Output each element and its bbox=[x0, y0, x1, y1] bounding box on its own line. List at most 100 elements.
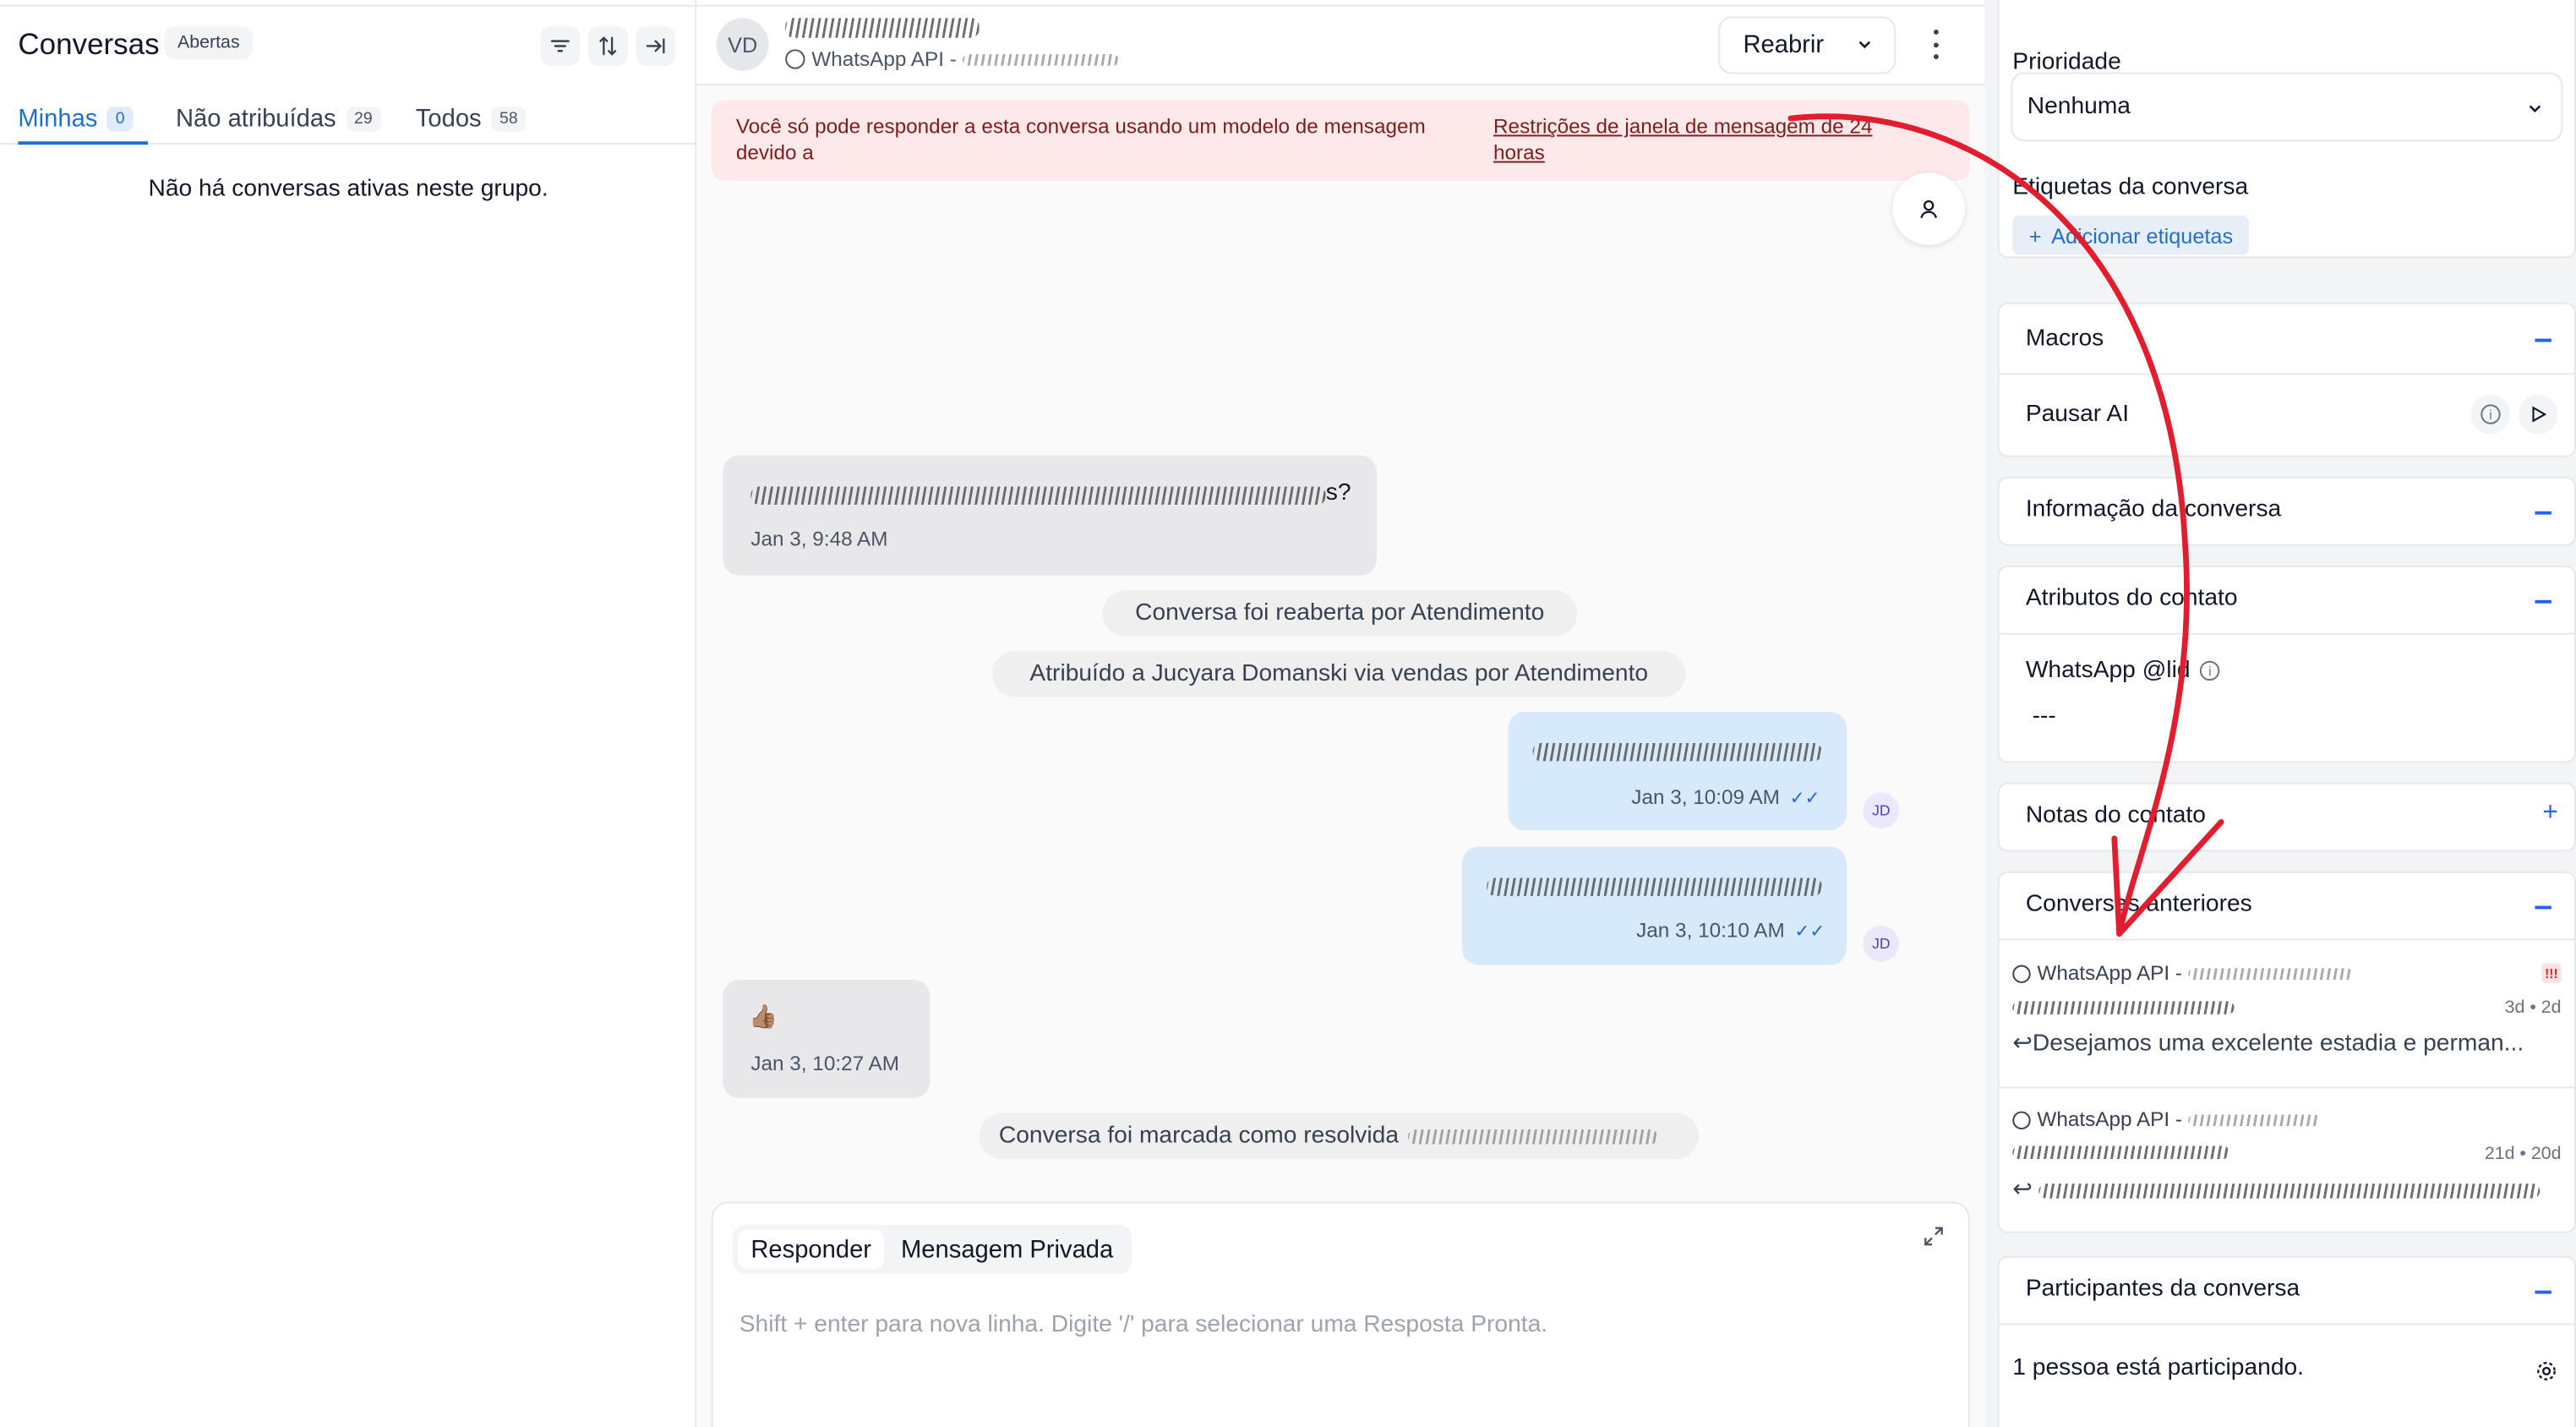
phone-redacted bbox=[963, 53, 1120, 65]
contact-notes-card: Notas do contato + bbox=[1997, 782, 2576, 852]
labels-title: Etiquetas da conversa bbox=[2012, 174, 2249, 201]
reply-arrow-icon: ↩ bbox=[2012, 1177, 2033, 1204]
contact-name-redacted bbox=[2012, 1001, 2235, 1014]
tab-label: Não atribuídas bbox=[175, 104, 336, 133]
divider bbox=[1999, 1323, 2575, 1326]
macros-card: Macros Pausar AI i bbox=[1997, 302, 2576, 457]
agent-avatar: JD bbox=[1863, 925, 1900, 962]
tab-label: Todos bbox=[415, 104, 482, 133]
divider bbox=[696, 4, 1985, 7]
message-text-redacted bbox=[1532, 743, 1822, 762]
prev-channel: WhatsApp API - bbox=[2012, 1107, 2321, 1131]
tab-private-note[interactable]: Mensagem Privada bbox=[887, 1230, 1126, 1270]
contact-avatar[interactable]: VD bbox=[716, 18, 769, 71]
tab-mine[interactable]: Minhas 0 bbox=[18, 97, 134, 140]
thumbs-up-emoji: 👍🏽 bbox=[749, 1003, 778, 1030]
tab-count: 0 bbox=[107, 106, 134, 131]
alert-text: Você só pode responder a esta conversa u… bbox=[735, 115, 1426, 165]
system-event: Atribuído a Jucyara Domanski via vendas … bbox=[992, 651, 1686, 697]
tab-unassigned[interactable]: Não atribuídas 29 bbox=[175, 97, 381, 140]
snippet-redacted bbox=[2038, 1183, 2541, 1199]
chevron-down-icon bbox=[1858, 41, 1871, 49]
attribute-value[interactable]: --- bbox=[2033, 703, 2056, 730]
empty-state-message: Não há conversas ativas neste grupo. bbox=[148, 176, 548, 203]
tab-reply[interactable]: Responder bbox=[737, 1229, 885, 1270]
app-frame: Conversas Abertas Minhas 0 Não atribuída… bbox=[0, 0, 2576, 1427]
prev-snippet: ↩ bbox=[2012, 1177, 2541, 1204]
prev-channel-label: WhatsApp API - bbox=[2037, 1107, 2182, 1131]
expand-icon[interactable] bbox=[1922, 1225, 1945, 1248]
conversation-panel: VD WhatsApp API - Reabrir Você só pode r… bbox=[696, 0, 1985, 1427]
divider bbox=[1999, 373, 2575, 375]
info-icon[interactable]: i bbox=[2200, 661, 2220, 681]
divider bbox=[0, 4, 696, 7]
add-note-icon[interactable]: + bbox=[2542, 799, 2557, 828]
participants-title[interactable]: Participantes da conversa bbox=[2026, 1276, 2300, 1302]
outgoing-message: Jan 3, 10:10 AM ✓✓ bbox=[1462, 846, 1847, 965]
conversation-header: VD WhatsApp API - Reabrir bbox=[696, 0, 1985, 86]
message-input[interactable]: Shift + enter para nova linha. Digite '/… bbox=[740, 1312, 1547, 1338]
collapse-panel-button[interactable] bbox=[636, 26, 675, 66]
collapse-icon[interactable] bbox=[2535, 511, 2551, 514]
contact-sidebar: Prioridade Nenhuma Etiquetas da conversa… bbox=[1984, 0, 2576, 1427]
reply-composer: Responder Mensagem Privada Shift + enter… bbox=[711, 1201, 1970, 1427]
conversation-list-panel: Conversas Abertas Minhas 0 Não atribuída… bbox=[0, 0, 697, 1427]
priority-select[interactable]: Nenhuma bbox=[2011, 72, 2563, 142]
add-labels-button[interactable]: + Adicionar etiquetas bbox=[2012, 215, 2250, 255]
attribute-row: WhatsApp @lid i bbox=[2026, 658, 2220, 684]
macro-run-button[interactable] bbox=[2518, 394, 2558, 435]
reply-arrow-icon: ↩ bbox=[2012, 1031, 2033, 1058]
collapse-icon[interactable] bbox=[2535, 905, 2551, 909]
message-time: Jan 3, 10:09 AM ✓✓ bbox=[1631, 786, 1820, 809]
prev-channel: WhatsApp API - bbox=[2012, 961, 2354, 985]
contact-notes-title[interactable]: Notas do contato bbox=[2026, 802, 2206, 828]
assignee-tabs: Minhas 0 Não atribuídas 29 Todos 58 bbox=[0, 92, 696, 145]
collapse-icon[interactable] bbox=[2535, 1290, 2551, 1293]
sort-button[interactable] bbox=[587, 26, 628, 66]
tab-label: Minhas bbox=[18, 104, 98, 133]
filter-button[interactable] bbox=[540, 26, 581, 66]
collapse-icon[interactable] bbox=[2535, 338, 2551, 342]
contact-attributes-title[interactable]: Atributos do contato bbox=[2026, 585, 2238, 611]
prev-time: 3d • 2d bbox=[2504, 998, 2562, 1018]
macros-title[interactable]: Macros bbox=[2026, 325, 2104, 352]
whatsapp-icon bbox=[2012, 964, 2031, 982]
outgoing-message: Jan 3, 10:09 AM ✓✓ bbox=[1508, 712, 1847, 831]
incoming-message: s? Jan 3, 9:48 AM bbox=[723, 455, 1377, 576]
messaging-window-alert: Você só pode responder a esta conversa u… bbox=[711, 100, 1970, 181]
whatsapp-icon bbox=[785, 49, 805, 69]
previous-conversation-item[interactable]: WhatsApp API - 21d • 20d ↩ bbox=[2000, 1086, 2576, 1234]
message-time: Jan 3, 10:10 AM ✓✓ bbox=[1636, 919, 1825, 942]
tab-count: 58 bbox=[491, 106, 527, 131]
plus-icon: + bbox=[2028, 222, 2042, 248]
reopen-label: Reabrir bbox=[1743, 30, 1825, 60]
sort-icon bbox=[599, 36, 617, 56]
previous-conversations-card: Conversas anteriores WhatsApp API - !!! … bbox=[1997, 871, 2576, 1234]
message-time: Jan 3, 10:27 AM bbox=[750, 1052, 899, 1075]
prev-time: 21d • 20d bbox=[2484, 1144, 2562, 1164]
alert-link[interactable]: Restrições de janela de mensagem de 24 h… bbox=[1493, 113, 1904, 166]
channel-label: WhatsApp API - bbox=[811, 47, 957, 71]
phone-redacted bbox=[2188, 1113, 2321, 1126]
channel-info: WhatsApp API - bbox=[785, 47, 1120, 71]
more-options-button[interactable] bbox=[1922, 30, 1948, 60]
contact-name-redacted[interactable] bbox=[785, 18, 980, 38]
add-labels-label: Adicionar etiquetas bbox=[2051, 222, 2234, 248]
prev-channel-label: WhatsApp API - bbox=[2037, 961, 2182, 985]
contact-details-toggle[interactable] bbox=[1892, 172, 1965, 245]
conversation-actions-card: Prioridade Nenhuma Etiquetas da conversa… bbox=[1997, 0, 2576, 259]
gear-icon[interactable] bbox=[2535, 1359, 2557, 1382]
macro-info-button[interactable]: i bbox=[2470, 394, 2511, 435]
collapse-icon[interactable] bbox=[2535, 599, 2551, 603]
tab-all[interactable]: Todos 58 bbox=[416, 97, 527, 140]
status-filter-badge[interactable]: Abertas bbox=[164, 26, 254, 60]
contact-attributes-card: Atributos do contato WhatsApp @lid i --- bbox=[1997, 565, 2576, 763]
previous-conversation-item[interactable]: WhatsApp API - !!! 3d • 2d ↩Desejamos um… bbox=[2000, 938, 2576, 1086]
conversation-info-title[interactable]: Informação da conversa bbox=[2026, 496, 2281, 522]
phone-redacted bbox=[2188, 967, 2354, 980]
reopen-button[interactable]: Reabrir bbox=[1718, 16, 1897, 74]
priority-urgent-icon: !!! bbox=[2541, 963, 2562, 983]
conversation-info-card: Informação da conversa bbox=[1997, 476, 2576, 546]
active-tab-indicator bbox=[18, 141, 148, 145]
previous-conversations-title[interactable]: Conversas anteriores bbox=[2026, 891, 2252, 917]
